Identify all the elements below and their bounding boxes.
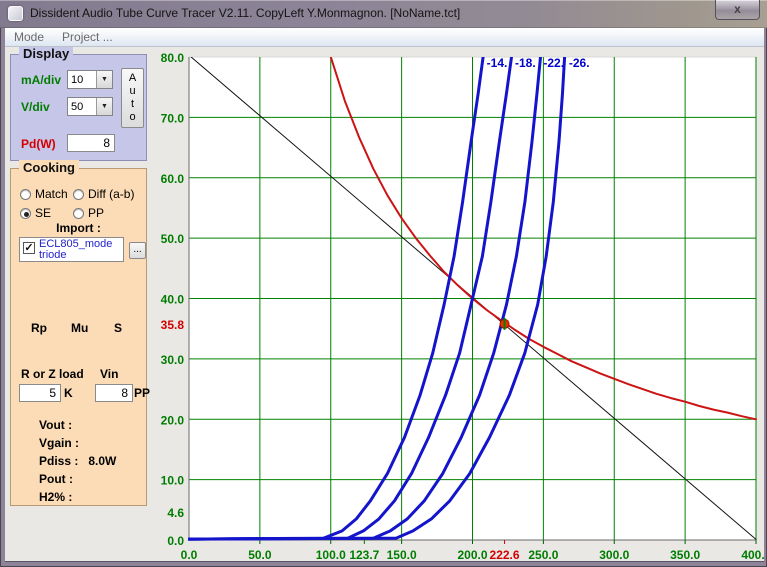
v-div-label: V/div [21, 100, 50, 114]
vgain-row: Vgain : [39, 436, 89, 450]
menu-item-mode[interactable]: Mode [5, 28, 53, 46]
load-input[interactable]: 5 [19, 384, 61, 402]
grid-voltage-label--26.: -26. [569, 56, 590, 70]
tube-model-checkbox[interactable]: ✓ [23, 242, 35, 254]
radio-diff[interactable]: Diff (a-b) [73, 187, 134, 201]
ma-div-value: 10 [68, 74, 96, 86]
radio-match-label: Match [35, 187, 68, 201]
x-tick-label-250.0: 250.0 [528, 548, 558, 562]
x-tick-label-400.: 400. [741, 548, 764, 562]
window-title: Dissident Audio Tube Curve Tracer V2.11.… [30, 6, 460, 20]
radio-dot [73, 208, 84, 219]
radio-diff-label: Diff (a-b) [88, 187, 134, 201]
grid-voltage-label--14.: -14. [487, 56, 508, 70]
vout-row: Vout : [39, 418, 82, 432]
vin-unit: PP [134, 386, 150, 400]
import-label: Import : [11, 221, 146, 235]
y-tick-label-60.0: 60.0 [161, 172, 185, 186]
x-special-label-123.7: 123.7 [349, 548, 379, 562]
pout-row: Pout : [39, 472, 83, 486]
h2-row: H2% : [39, 490, 82, 504]
chevron-down-icon[interactable]: ▼ [96, 71, 112, 88]
client-area: Mode Project ... 0.010.020.030.040.050.0… [5, 28, 764, 562]
y-tick-label-10.0: 10.0 [161, 474, 185, 488]
x-tick-label-100.0: 100.0 [316, 548, 346, 562]
mu-header: Mu [71, 321, 88, 335]
x-tick-label-200.0: 200.0 [457, 548, 487, 562]
y-tick-label-80.0: 80.0 [161, 51, 185, 65]
chevron-down-icon[interactable]: ▼ [96, 98, 112, 115]
tube-model-name[interactable]: ECL805_mode triode [39, 239, 112, 261]
app-window: Dissident Audio Tube Curve Tracer V2.11.… [0, 0, 767, 567]
grid-voltage-label--18.: -18. [515, 56, 536, 70]
y-tick-label-0.0: 0.0 [167, 534, 184, 548]
radio-se-label: SE [35, 206, 51, 220]
v-div-value: 50 [68, 101, 96, 113]
title-bar[interactable]: Dissident Audio Tube Curve Tracer V2.11.… [0, 0, 767, 28]
x-tick-label-300.0: 300.0 [599, 548, 629, 562]
x-tick-label-350.0: 350.0 [670, 548, 700, 562]
y-tick-label-30.0: 30.0 [161, 353, 185, 367]
y-tick-label-40.0: 40.0 [161, 293, 185, 307]
display-panel-title: Display [19, 46, 73, 61]
radio-dot [73, 189, 84, 200]
s-header: S [114, 321, 122, 335]
radio-match[interactable]: Match [20, 187, 68, 201]
v-div-select[interactable]: 50 ▼ [67, 97, 113, 116]
display-panel: Display mA/div 10 ▼ V/div 50 ▼ Auto Pd(W… [10, 54, 147, 161]
radio-dot [20, 189, 31, 200]
close-button[interactable]: x [715, 0, 760, 20]
pd-input[interactable]: 8 [67, 134, 115, 152]
vin-label: Vin [100, 367, 118, 381]
y-special-label-4.6: 4.6 [167, 506, 184, 520]
x-tick-label-150.0: 150.0 [387, 548, 417, 562]
app-icon [8, 6, 23, 21]
radio-pp[interactable]: PP [73, 206, 104, 220]
x-tick-label-0.0: 0.0 [181, 548, 198, 562]
auto-scale-button[interactable]: Auto [121, 68, 144, 128]
y-special-label-35.8: 35.8 [161, 318, 185, 332]
y-tick-label-50.0: 50.0 [161, 232, 185, 246]
ma-div-label: mA/div [21, 73, 61, 87]
grid-voltage-label--22.: -22. [543, 56, 564, 70]
rp-header: Rp [31, 321, 47, 335]
ma-div-select[interactable]: 10 ▼ [67, 70, 113, 89]
y-tick-label-70.0: 70.0 [161, 111, 185, 125]
pdiss-row: Pdiss :8.0W [39, 454, 116, 468]
x-tick-label-50.0: 50.0 [248, 548, 272, 562]
menu-item-project[interactable]: Project ... [53, 28, 122, 46]
vin-input[interactable]: 8 [95, 384, 133, 402]
cooking-panel-title: Cooking [19, 160, 79, 175]
x-special-label-222.6: 222.6 [490, 548, 520, 562]
cooking-panel: Cooking Match Diff (a-b) SE PP Import : … [10, 168, 147, 506]
radio-dot [20, 208, 31, 219]
radio-pp-label: PP [88, 206, 104, 220]
browse-button[interactable]: ... [129, 242, 146, 259]
y-tick-label-20.0: 20.0 [161, 413, 185, 427]
menu-bar: Mode Project ... [5, 28, 764, 47]
load-unit: K [64, 386, 73, 400]
pd-label: Pd(W) [21, 137, 56, 151]
tube-model-list[interactable]: ✓ ECL805_mode triode [19, 237, 124, 262]
radio-se[interactable]: SE [20, 206, 51, 220]
load-label: R or Z load [21, 367, 84, 381]
